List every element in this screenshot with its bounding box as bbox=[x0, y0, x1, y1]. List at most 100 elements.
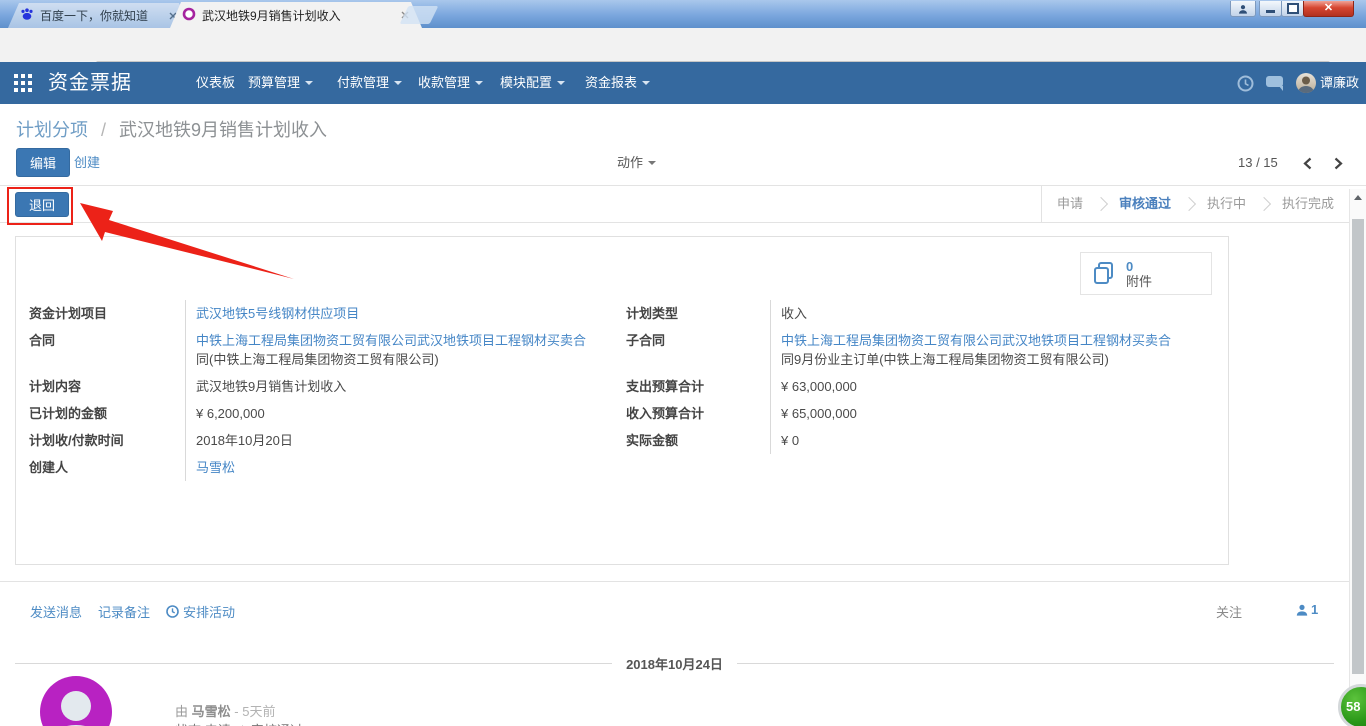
browser-toolbar: 183.57.73.110:8070/web#id=217&view_type=… bbox=[0, 28, 1366, 62]
chevron-down-icon bbox=[305, 81, 313, 85]
nav-item-reports[interactable]: 资金报表 bbox=[585, 62, 650, 104]
field-group-right: 计划类型 收入 子合同 中铁上海工程局集团物资工贸有限公司武汉地铁项目工程钢材买… bbox=[626, 300, 1206, 454]
status-step-done[interactable]: 执行完成 bbox=[1267, 186, 1349, 222]
user-name[interactable]: 谭廉政 bbox=[1320, 62, 1359, 104]
chevron-down-icon bbox=[557, 81, 565, 85]
pager-next-button[interactable] bbox=[1327, 153, 1349, 173]
field-value: ¥ 63,000,000 bbox=[771, 373, 1206, 400]
nav-item-budget[interactable]: 预算管理 bbox=[248, 62, 313, 104]
create-button[interactable]: 创建 bbox=[74, 148, 100, 177]
status-step-executing[interactable]: 执行中 bbox=[1192, 186, 1261, 222]
close-icon: ✕ bbox=[1324, 3, 1333, 14]
chevron-down-icon bbox=[648, 161, 656, 165]
project-link[interactable]: 武汉地铁5号线钢材供应项目 bbox=[196, 304, 359, 323]
window-restore-button[interactable] bbox=[1281, 1, 1304, 17]
chevron-down-icon bbox=[475, 81, 483, 85]
message-by: 由 bbox=[175, 704, 188, 719]
browser-tab-strip: 百度一下，你就知道 武汉地铁9月销售计划收入 ✕ bbox=[0, 0, 1366, 28]
chevron-down-icon bbox=[642, 81, 650, 85]
field-value: 武汉地铁9月销售计划收入 bbox=[186, 373, 604, 400]
messages-icon[interactable] bbox=[1266, 76, 1286, 95]
status-step-apply[interactable]: 申请 bbox=[1042, 186, 1098, 222]
log-note-button[interactable]: 记录备注 bbox=[98, 602, 150, 621]
browser-tab-baidu[interactable]: 百度一下，你就知道 bbox=[8, 3, 190, 28]
browser-profile-button[interactable] bbox=[1230, 1, 1256, 17]
attachments-button[interactable]: 0 附件 bbox=[1080, 252, 1212, 295]
field-label: 收入预算合计 bbox=[626, 400, 771, 427]
message-time: - 5天前 bbox=[234, 704, 275, 719]
creator-link[interactable]: 马雪松 bbox=[196, 458, 235, 477]
apps-grid-icon[interactable] bbox=[14, 74, 32, 95]
browser-tab-current[interactable]: 武汉地铁9月销售计划收入 bbox=[170, 2, 422, 28]
send-message-button[interactable]: 发送消息 bbox=[30, 602, 82, 621]
message-avatar[interactable] bbox=[40, 676, 112, 726]
field-value: 马雪松 bbox=[186, 454, 604, 481]
field-label: 支出预算合计 bbox=[626, 373, 771, 400]
minimize-icon bbox=[1266, 10, 1275, 13]
field-group-left: 资金计划项目 武汉地铁5号线钢材供应项目 合同 中铁上海工程局集团物资工贸有限公… bbox=[29, 300, 604, 481]
pager-counter: 13 / 15 bbox=[1238, 148, 1278, 177]
nav-item-dashboard[interactable]: 仪表板 bbox=[196, 62, 235, 104]
field-label: 创建人 bbox=[29, 454, 186, 481]
date-divider-text: 2018年10月24日 bbox=[626, 654, 723, 673]
annotation-highlight-box bbox=[7, 187, 73, 225]
subcontract-link-wrap: 同9月份业主订单(中铁上海工程局集团物资工贸有限公司) bbox=[781, 350, 1206, 369]
message-header: 由 马雪松 - 5天前 bbox=[175, 701, 275, 720]
field-label: 实际金额 bbox=[626, 427, 771, 454]
nav-item-module-config[interactable]: 模块配置 bbox=[500, 62, 565, 104]
attachment-label: 附件 bbox=[1126, 274, 1152, 289]
tab-title: 百度一下，你就知道 bbox=[40, 7, 160, 24]
status-step-approved[interactable]: 审核通过 bbox=[1104, 186, 1186, 222]
scroll-up-arrow-icon[interactable] bbox=[1354, 195, 1362, 200]
window-close-button[interactable]: ✕ bbox=[1303, 1, 1354, 17]
chevron-down-icon bbox=[394, 81, 402, 85]
field-label: 合同 bbox=[29, 327, 186, 373]
field-value: 中铁上海工程局集团物资工贸有限公司武汉地铁项目工程钢材买卖合 同9月份业主订单(… bbox=[771, 327, 1206, 373]
nav-item-payment[interactable]: 付款管理 bbox=[337, 62, 402, 104]
field-label: 资金计划项目 bbox=[29, 300, 186, 327]
breadcrumb-parent-link[interactable]: 计划分项 bbox=[16, 120, 88, 140]
activity-clock-icon[interactable] bbox=[1237, 75, 1254, 95]
field-label: 计划内容 bbox=[29, 373, 186, 400]
edit-button[interactable]: 编辑 bbox=[16, 148, 70, 177]
person-silhouette-icon bbox=[40, 676, 112, 726]
field-value: ¥ 6,200,000 bbox=[186, 400, 604, 427]
schedule-activity-button[interactable]: 安排活动 bbox=[166, 602, 235, 621]
contract-link[interactable]: 中铁上海工程局集团物资工贸有限公司武汉地铁项目工程钢材买卖合 bbox=[196, 331, 604, 350]
breadcrumb-current: 武汉地铁9月销售计划收入 bbox=[119, 120, 327, 140]
chatter: 发送消息 记录备注 安排活动 关注 1 2018年10月24日 由 马雪松 - … bbox=[0, 581, 1349, 726]
message-body: 状态:申请 ⇒ 审核通过 bbox=[175, 720, 303, 726]
contract-link-wrap: 同(中铁上海工程局集团物资工贸有限公司) bbox=[196, 350, 604, 369]
field-value: 2018年10月20日 bbox=[186, 427, 604, 454]
tab-title: 武汉地铁9月销售计划收入 bbox=[202, 7, 392, 24]
field-value: 收入 bbox=[771, 300, 1206, 327]
restore-icon bbox=[1287, 3, 1299, 14]
pager-previous-button[interactable] bbox=[1296, 153, 1318, 173]
breadcrumb-separator: / bbox=[101, 120, 106, 140]
nav-item-collection[interactable]: 收款管理 bbox=[418, 62, 483, 104]
clock-icon bbox=[166, 605, 179, 618]
field-value: 武汉地铁5号线钢材供应项目 bbox=[186, 300, 604, 327]
baidu-favicon-icon bbox=[20, 7, 34, 24]
person-icon bbox=[1238, 4, 1248, 14]
field-value: ¥ 0 bbox=[771, 427, 1206, 454]
app-favicon-icon bbox=[182, 7, 196, 24]
message-author[interactable]: 马雪松 bbox=[192, 704, 231, 719]
page-scrollbar[interactable] bbox=[1349, 189, 1366, 726]
window-minimize-button[interactable] bbox=[1259, 1, 1282, 17]
app-brand[interactable]: 资金票据 bbox=[48, 62, 132, 104]
actions-dropdown[interactable]: 动作 bbox=[617, 148, 656, 177]
user-avatar[interactable] bbox=[1296, 73, 1316, 93]
subcontract-link[interactable]: 中铁上海工程局集团物资工贸有限公司武汉地铁项目工程钢材买卖合 bbox=[781, 331, 1206, 350]
field-label: 已计划的金额 bbox=[29, 400, 186, 427]
field-label: 计划类型 bbox=[626, 300, 771, 327]
follow-button[interactable]: 关注 bbox=[1216, 602, 1242, 621]
field-label: 子合同 bbox=[626, 327, 771, 373]
breadcrumb: 计划分项 / 武汉地铁9月销售计划收入 bbox=[16, 116, 327, 142]
screenshot-root: 百度一下，你就知道 武汉地铁9月销售计划收入 ✕ bbox=[0, 0, 1366, 726]
form-sheet: 0 附件 资金计划项目 武汉地铁5号线钢材供应项目 合同 中铁上海工程局集团物资… bbox=[15, 236, 1229, 565]
followers-counter[interactable]: 1 bbox=[1296, 602, 1318, 617]
scrollbar-thumb[interactable] bbox=[1352, 219, 1364, 674]
status-bar: 申请 审核通过 执行中 执行完成 bbox=[1041, 186, 1349, 222]
app-navbar: 资金票据 仪表板 预算管理 付款管理 收款管理 模块配置 资金报表 谭廉政 bbox=[0, 62, 1366, 104]
